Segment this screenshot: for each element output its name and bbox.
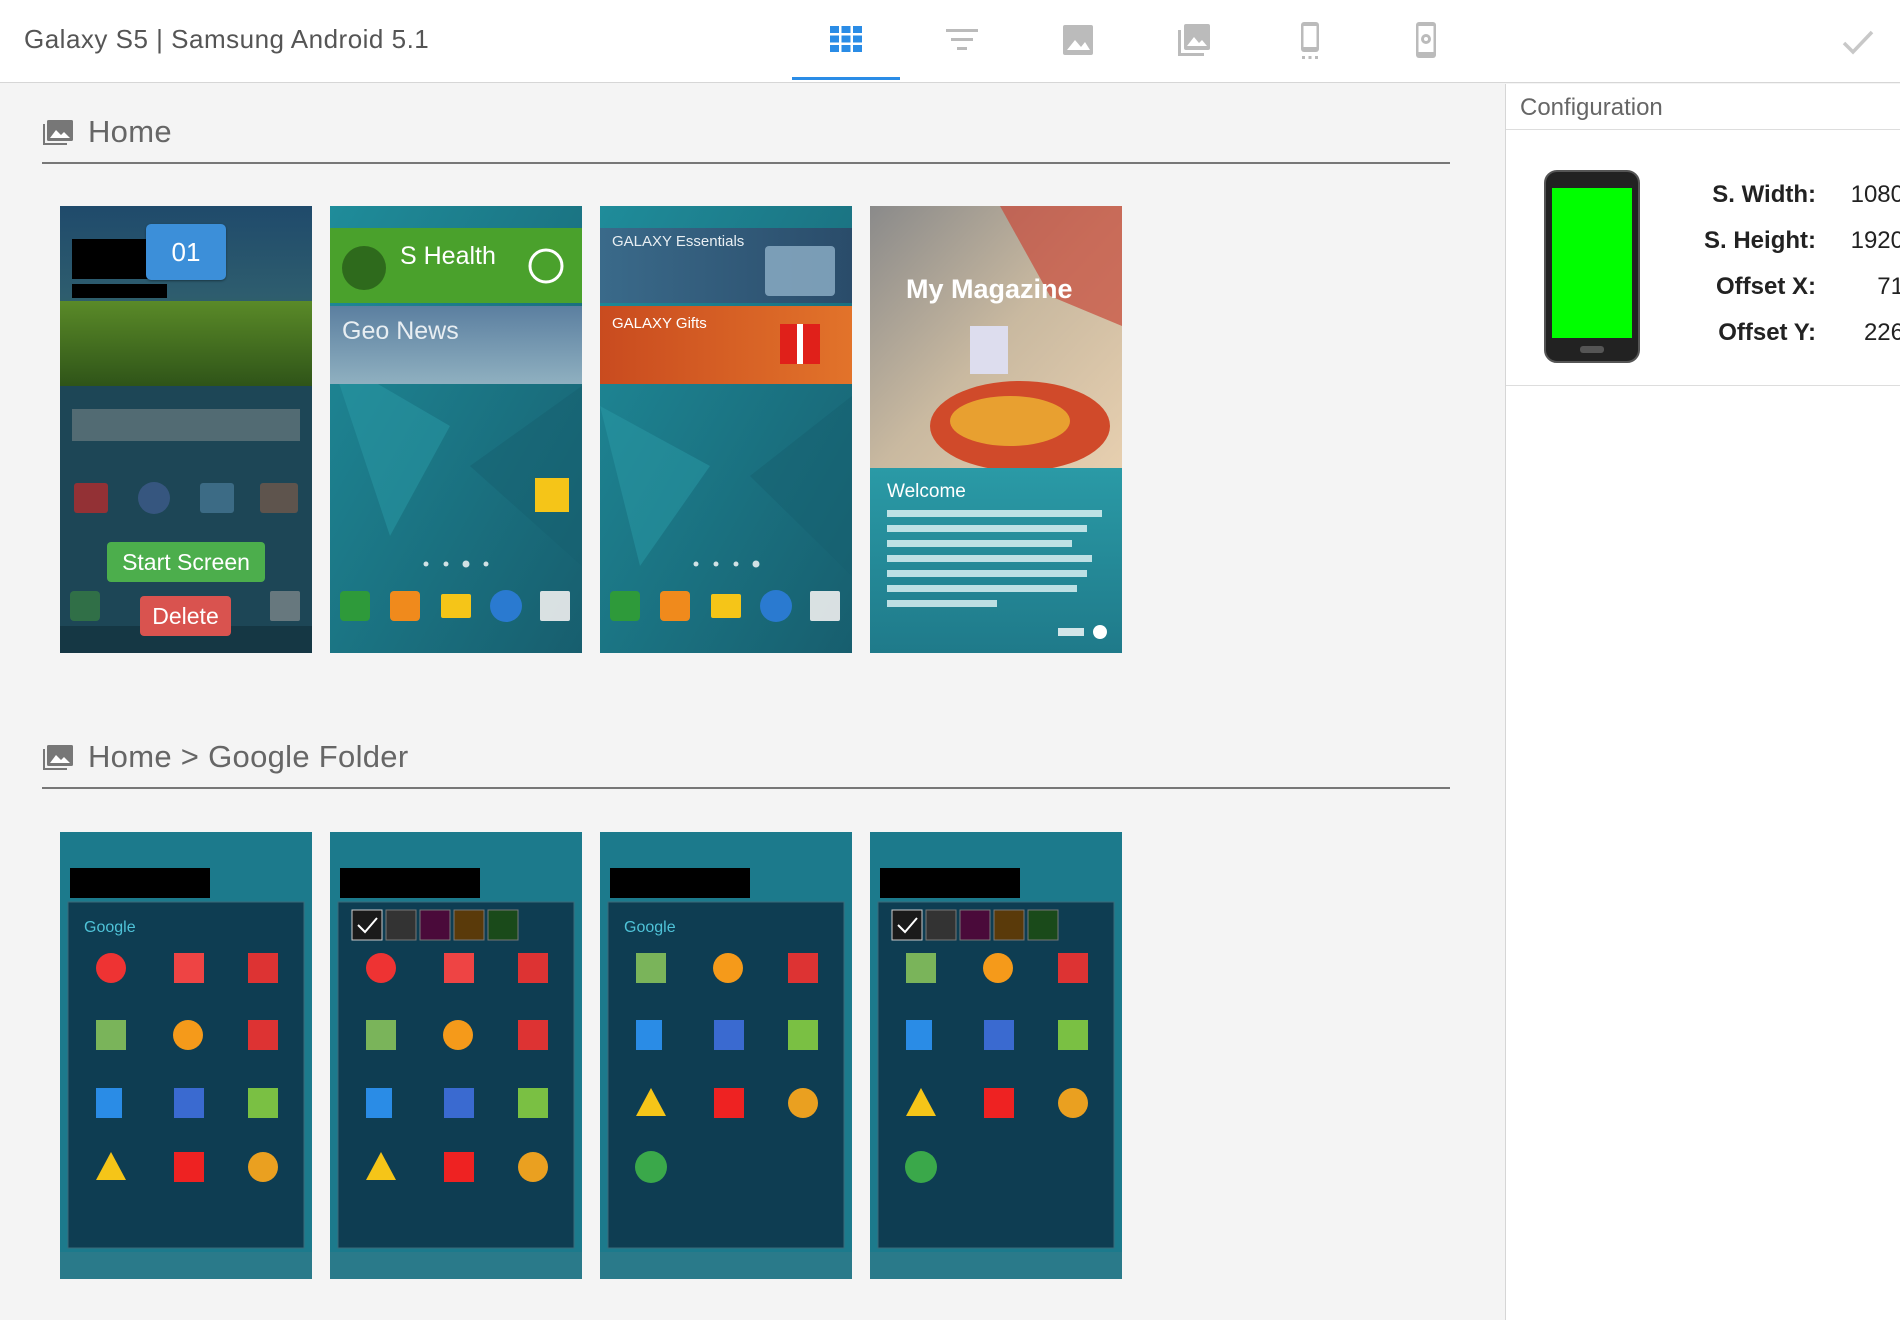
config-label: S. Height:: [1704, 227, 1816, 254]
welcome-heading: Welcome: [887, 481, 966, 502]
screen-thumbnail[interactable]: [870, 832, 1122, 1279]
config-value: 1920: [1850, 227, 1900, 254]
checkmark-icon: [1842, 30, 1874, 55]
google-folder-screen: [330, 832, 582, 1279]
screen-thumbnail[interactable]: My Magazine Welcome: [870, 206, 1122, 653]
delete-button[interactable]: Delete: [140, 596, 231, 636]
configuration-table: S. Width: 1080 S. Height: 1920 Offset X:…: [1666, 172, 1900, 356]
magazine-title: My Magazine: [906, 274, 1073, 304]
google-folder-screen: Google: [60, 832, 312, 1279]
folder-name: Google: [84, 919, 136, 936]
device-title: Galaxy S5 | Samsung Android 5.1: [24, 24, 430, 54]
section-title: Home: [88, 114, 172, 149]
home-screen-magazine: My Magazine Welcome: [870, 206, 1122, 653]
screens-panel: Home 01 Start Screen Delete S Health Geo…: [0, 84, 1505, 1320]
folder-name: Google: [624, 919, 676, 936]
config-value: 1080: [1850, 181, 1900, 208]
configuration-panel: Configuration S. Width: 1080 S. Height: …: [1505, 84, 1900, 1320]
config-label: Offset Y:: [1718, 319, 1816, 346]
configuration-body: S. Width: 1080 S. Height: 1920 Offset X:…: [1506, 130, 1900, 386]
google-folder-screen: [870, 832, 1122, 1279]
google-folder-screen: Google: [600, 832, 852, 1279]
tile-title: Geo News: [342, 317, 459, 345]
config-label: S. Width:: [1712, 181, 1816, 208]
screen-thumbnail[interactable]: Google: [60, 832, 312, 1279]
filter-tab[interactable]: [908, 0, 1016, 80]
section-title: Home > Google Folder: [88, 739, 409, 774]
image-tab[interactable]: [1024, 0, 1132, 80]
screen-thumbnail[interactable]: [330, 832, 582, 1279]
phone-settings-tab[interactable]: [1372, 0, 1480, 80]
tile-title: GALAXY Essentials: [612, 233, 744, 250]
screen-thumbnail[interactable]: 01 Start Screen Delete: [60, 206, 312, 653]
config-row-height: S. Height: 1920: [1666, 218, 1900, 264]
grid-view-tab[interactable]: [792, 0, 900, 80]
confirm-button[interactable]: [1836, 20, 1880, 64]
image-library-icon: [1178, 24, 1210, 56]
image-library-icon: [43, 120, 73, 145]
filter-icon: [946, 29, 978, 50]
home-screen-galaxy: GALAXY Essentials GALAXY Gifts: [600, 206, 852, 653]
screen-thumbnail[interactable]: Google: [600, 832, 852, 1279]
device-preview-icon: [1544, 170, 1640, 363]
phone-tab[interactable]: [1256, 0, 1364, 80]
top-bar: Galaxy S5 | Samsung Android 5.1: [0, 0, 1900, 83]
section-header-home: Home: [42, 102, 1450, 164]
screen-thumbnail[interactable]: GALAXY Essentials GALAXY Gifts: [600, 206, 852, 653]
start-screen-button[interactable]: Start Screen: [107, 542, 265, 582]
home-screen-shealth: S Health Geo News: [330, 206, 582, 653]
config-row-offset-x: Offset X: 71: [1666, 264, 1900, 310]
tile-title: S Health: [400, 242, 496, 270]
config-row-offset-y: Offset Y: 226: [1666, 310, 1900, 356]
config-value: 226: [1863, 319, 1900, 346]
tile-title: GALAXY Gifts: [612, 315, 707, 332]
configuration-title: Configuration: [1506, 84, 1900, 130]
screen-number-badge: 01: [146, 224, 226, 280]
phone-icon: [1301, 22, 1319, 59]
config-value: 71: [1877, 273, 1900, 300]
image-library-tab[interactable]: [1140, 0, 1248, 80]
phone-settings-icon: [1416, 22, 1436, 58]
section-header-google-folder: Home > Google Folder: [42, 727, 1450, 789]
image-library-icon: [43, 745, 73, 770]
config-label: Offset X:: [1715, 273, 1816, 300]
grid-view-icon: [830, 25, 862, 52]
screen-thumbnail[interactable]: S Health Geo News: [330, 206, 582, 653]
config-row-width: S. Width: 1080: [1666, 172, 1900, 218]
image-icon: [1063, 25, 1093, 55]
